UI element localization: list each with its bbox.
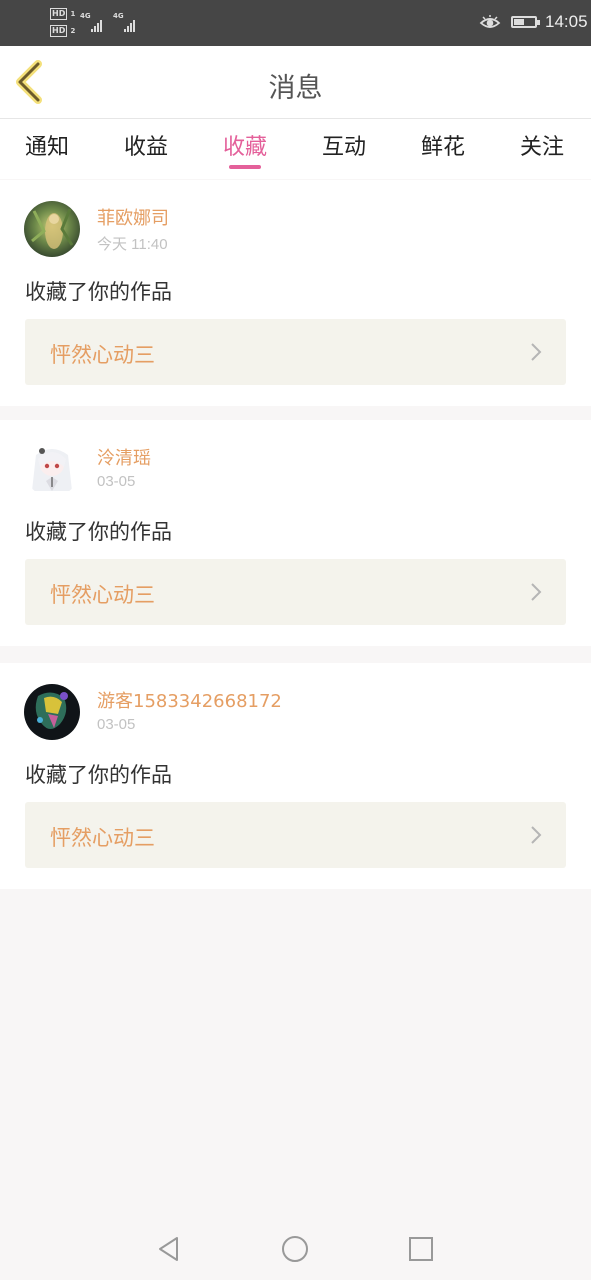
chevron-right-icon xyxy=(531,826,542,844)
work-link[interactable]: 怦然心动三 xyxy=(25,559,566,625)
hd-indicator: HD 2 xyxy=(50,25,76,37)
avatar-image xyxy=(24,684,80,740)
avatar[interactable] xyxy=(24,441,80,497)
tab-follows[interactable]: 关注 xyxy=(507,129,577,161)
page-title: 消息 xyxy=(268,73,323,104)
tab-notifications[interactable]: 通知 xyxy=(12,129,82,161)
hd-indicator: HD 1 xyxy=(50,8,76,20)
screen: HD 1 HD 2 4G 4G 14:05 消息 通知 收益 收藏 互动 鲜花 … xyxy=(0,0,591,1280)
chevron-right-icon xyxy=(531,343,542,361)
timestamp: 03-05 xyxy=(97,716,136,733)
action-text: 收藏了你的作品 xyxy=(25,763,172,787)
message-card: 菲欧娜司 今天 11:40 收藏了你的作品 怦然心动三 xyxy=(0,180,591,406)
work-link[interactable]: 怦然心动三 xyxy=(25,319,566,385)
home-circle-icon[interactable] xyxy=(280,1234,310,1264)
battery-fill xyxy=(514,19,524,25)
status-bar: HD 1 HD 2 4G 4G 14:05 xyxy=(0,0,591,46)
username[interactable]: 菲欧娜司 xyxy=(97,204,169,230)
work-title: 怦然心动三 xyxy=(50,826,155,850)
tab-favorites[interactable]: 收藏 xyxy=(210,129,280,161)
clock: 14:05 xyxy=(545,12,588,31)
work-link[interactable]: 怦然心动三 xyxy=(25,802,566,868)
avatar-image xyxy=(24,201,80,257)
status-left: HD 1 HD 2 4G 4G xyxy=(50,8,150,40)
message-card: 泠清瑶 03-05 收藏了你的作品 怦然心动三 xyxy=(0,420,591,646)
work-title: 怦然心动三 xyxy=(50,343,155,367)
tab-flowers[interactable]: 鲜花 xyxy=(408,129,478,161)
avatar-image xyxy=(24,441,80,497)
message-card: 游客1583342668172 03-05 收藏了你的作品 怦然心动三 xyxy=(0,663,591,889)
username[interactable]: 游客1583342668172 xyxy=(97,687,282,713)
header: 消息 xyxy=(0,46,591,119)
work-title: 怦然心动三 xyxy=(50,583,155,607)
battery-icon xyxy=(511,16,540,28)
tab-interactions[interactable]: 互动 xyxy=(309,129,379,161)
back-triangle-icon[interactable] xyxy=(154,1234,184,1264)
avatar[interactable] xyxy=(24,201,80,257)
avatar[interactable] xyxy=(24,684,80,740)
timestamp: 03-05 xyxy=(97,473,136,490)
active-tab-indicator xyxy=(229,165,261,169)
chevron-right-icon xyxy=(531,583,542,601)
system-nav-bar xyxy=(0,1216,591,1280)
tab-earnings[interactable]: 收益 xyxy=(111,129,181,161)
eye-icon xyxy=(479,15,501,28)
timestamp: 今天 11:40 xyxy=(97,236,168,253)
username[interactable]: 泠清瑶 xyxy=(97,444,151,470)
action-text: 收藏了你的作品 xyxy=(25,520,172,544)
action-text: 收藏了你的作品 xyxy=(25,280,172,304)
recents-square-icon[interactable] xyxy=(406,1234,436,1264)
tab-bar: 通知 收益 收藏 互动 鲜花 关注 xyxy=(0,119,591,179)
